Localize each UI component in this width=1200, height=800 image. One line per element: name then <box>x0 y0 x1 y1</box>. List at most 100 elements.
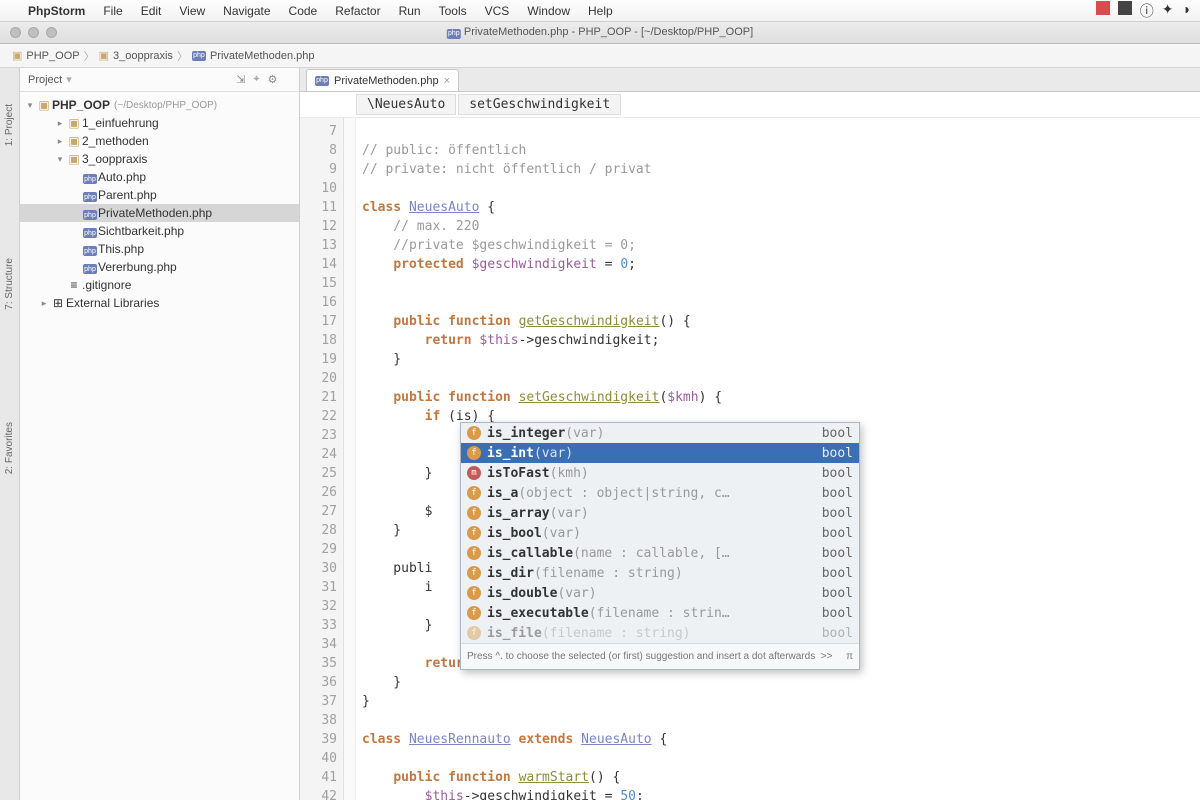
menu-refactor[interactable]: Refactor <box>335 4 380 18</box>
php-file-icon: php <box>192 51 206 61</box>
autocomplete-signature: is_a(object : object|string, c… <box>487 484 730 503</box>
autocomplete-item[interactable]: fis_int(var)bool <box>461 443 859 463</box>
autocomplete-item[interactable]: fis_callable(name : callable, […bool <box>461 543 859 563</box>
function-badge-icon: f <box>467 506 481 520</box>
status-evernote-icon[interactable]: ✦ <box>1162 1 1174 21</box>
autocomplete-signature: isToFast(kmh) <box>487 464 589 483</box>
crumb-class[interactable]: \NeuesAuto <box>356 94 456 115</box>
folder-icon: ▣ <box>99 49 109 62</box>
tree-label: PHP_OOP <box>52 98 110 112</box>
autocomplete-item[interactable]: fis_double(var)bool <box>461 583 859 603</box>
menu-vcs[interactable]: VCS <box>485 4 510 18</box>
tool-tab-favorites[interactable]: 2: Favorites <box>2 416 17 480</box>
tree-row[interactable]: phpParent.php <box>20 186 299 204</box>
menu-file[interactable]: File <box>103 4 122 18</box>
menu-tools[interactable]: Tools <box>439 4 467 18</box>
breadcrumb-root[interactable]: PHP_OOP <box>26 50 79 62</box>
tree-row[interactable]: phpSichtbarkeit.php <box>20 222 299 240</box>
autocomplete-return-type: bool <box>822 544 853 563</box>
tree-row[interactable]: ▾▣3_ooppraxis <box>20 150 299 168</box>
menu-help[interactable]: Help <box>588 4 613 18</box>
autocomplete-return-type: bool <box>822 604 853 623</box>
breadcrumb-file[interactable]: PrivateMethoden.php <box>210 50 315 62</box>
status-info-icon[interactable]: ⓘ <box>1140 1 1154 21</box>
tree-arrow-icon[interactable]: ▾ <box>54 154 66 165</box>
mac-menubar: PhpStorm File Edit View Navigate Code Re… <box>0 0 1200 22</box>
chevron-down-icon[interactable]: ▾ <box>24 100 36 111</box>
project-tree[interactable]: ▾ ▣ PHP_OOP (~/Desktop/PHP_OOP) ▸▣1_einf… <box>20 92 299 800</box>
traffic-close-icon[interactable] <box>10 27 21 38</box>
function-badge-icon: f <box>467 586 481 600</box>
menu-navigate[interactable]: Navigate <box>223 4 270 18</box>
editor-tab[interactable]: php PrivateMethoden.php × <box>306 69 459 91</box>
project-panel-title: Project <box>28 74 62 86</box>
autocomplete-item[interactable]: misToFast(kmh)bool <box>461 463 859 483</box>
menu-edit[interactable]: Edit <box>141 4 162 18</box>
tree-arrow-icon[interactable]: ▸ <box>54 136 66 147</box>
status-red-icon[interactable] <box>1096 1 1110 15</box>
php-file-icon: php <box>82 206 98 221</box>
dropdown-icon[interactable]: ▾ <box>66 73 72 86</box>
breadcrumb-folder[interactable]: 3_ooppraxis <box>113 50 173 62</box>
tree-root[interactable]: ▾ ▣ PHP_OOP (~/Desktop/PHP_OOP) <box>20 96 299 114</box>
window-title: PrivateMethoden.php - PHP_OOP - [~/Deskt… <box>464 26 753 38</box>
tree-label: 1_einfuehrung <box>82 116 159 130</box>
tree-row[interactable]: ▸▣1_einfuehrung <box>20 114 299 132</box>
tool-tab-project[interactable]: 1: Project <box>2 98 17 152</box>
autocomplete-return-type: bool <box>822 464 853 483</box>
autocomplete-item[interactable]: fis_integer(var)bool <box>461 423 859 443</box>
function-badge-icon: f <box>467 446 481 460</box>
autocomplete-item[interactable]: fis_array(var)bool <box>461 503 859 523</box>
status-sync-icon[interactable]: ◑ <box>1182 1 1190 21</box>
hide-icon[interactable] <box>286 73 292 86</box>
app-name[interactable]: PhpStorm <box>28 4 85 18</box>
function-badge-icon: f <box>467 486 481 500</box>
autocomplete-return-type: bool <box>822 624 853 643</box>
crumb-method[interactable]: setGeschwindigkeit <box>458 94 621 115</box>
target-icon[interactable]: ⌖ <box>253 73 259 86</box>
menu-view[interactable]: View <box>179 4 205 18</box>
menu-code[interactable]: Code <box>289 4 318 18</box>
tree-row[interactable]: ▸⊞External Libraries <box>20 294 299 312</box>
autocomplete-item[interactable]: fis_dir(filename : string)bool <box>461 563 859 583</box>
tree-row[interactable]: phpPrivateMethoden.php <box>20 204 299 222</box>
tree-arrow-icon[interactable]: ▸ <box>54 118 66 129</box>
collapse-icon[interactable]: ⇲ <box>236 73 245 86</box>
autocomplete-popup[interactable]: fis_integer(var)boolfis_int(var)boolmisT… <box>460 422 860 670</box>
tree-row[interactable]: phpVererbung.php <box>20 258 299 276</box>
php-file-icon: php <box>315 76 329 86</box>
autocomplete-signature: is_double(var) <box>487 584 597 603</box>
tree-row[interactable]: ≡.gitignore <box>20 276 299 294</box>
tree-row[interactable]: phpAuto.php <box>20 168 299 186</box>
autocomplete-signature: is_callable(name : callable, [… <box>487 544 730 563</box>
tree-arrow-icon[interactable]: ▸ <box>38 298 50 309</box>
autocomplete-return-type: bool <box>822 524 853 543</box>
menu-window[interactable]: Window <box>527 4 570 18</box>
pi-icon[interactable]: π <box>846 647 853 666</box>
php-file-icon: php <box>82 242 98 257</box>
chevron-right-icon: 〉 <box>84 48 95 64</box>
tree-label: .gitignore <box>82 278 131 292</box>
autocomplete-item[interactable]: fis_bool(var)bool <box>461 523 859 543</box>
autocomplete-return-type: bool <box>822 424 853 443</box>
autocomplete-return-type: bool <box>822 564 853 583</box>
php-file-icon: php <box>82 170 98 185</box>
autocomplete-item[interactable]: fis_a(object : object|string, c…bool <box>461 483 859 503</box>
tree-label: Parent.php <box>98 188 157 202</box>
tool-tab-structure[interactable]: 7: Structure <box>2 252 17 316</box>
menu-run[interactable]: Run <box>399 4 421 18</box>
status-stop-icon[interactable] <box>1118 1 1132 15</box>
autocomplete-item[interactable]: fis_executable(filename : strin…bool <box>461 603 859 623</box>
gear-icon[interactable]: ⚙ <box>268 73 278 86</box>
fold-gutter[interactable] <box>344 118 356 800</box>
traffic-max-icon[interactable] <box>46 27 57 38</box>
line-gutter[interactable]: 7891011121314151617181920212223242526272… <box>300 118 344 800</box>
tree-row[interactable]: phpThis.php <box>20 240 299 258</box>
traffic-min-icon[interactable] <box>28 27 39 38</box>
tree-row[interactable]: ▸▣2_methoden <box>20 132 299 150</box>
code-editor[interactable]: // public: öffentlich // private: nicht … <box>356 118 1200 800</box>
autocomplete-item[interactable]: fis_file(filename : string)bool <box>461 623 859 643</box>
autocomplete-return-type: bool <box>822 444 853 463</box>
project-panel: Project ▾ ⇲ ⌖ ⚙ ▾ ▣ PHP_OOP (~/Desktop/P… <box>20 68 300 800</box>
close-icon[interactable]: × <box>444 75 450 87</box>
